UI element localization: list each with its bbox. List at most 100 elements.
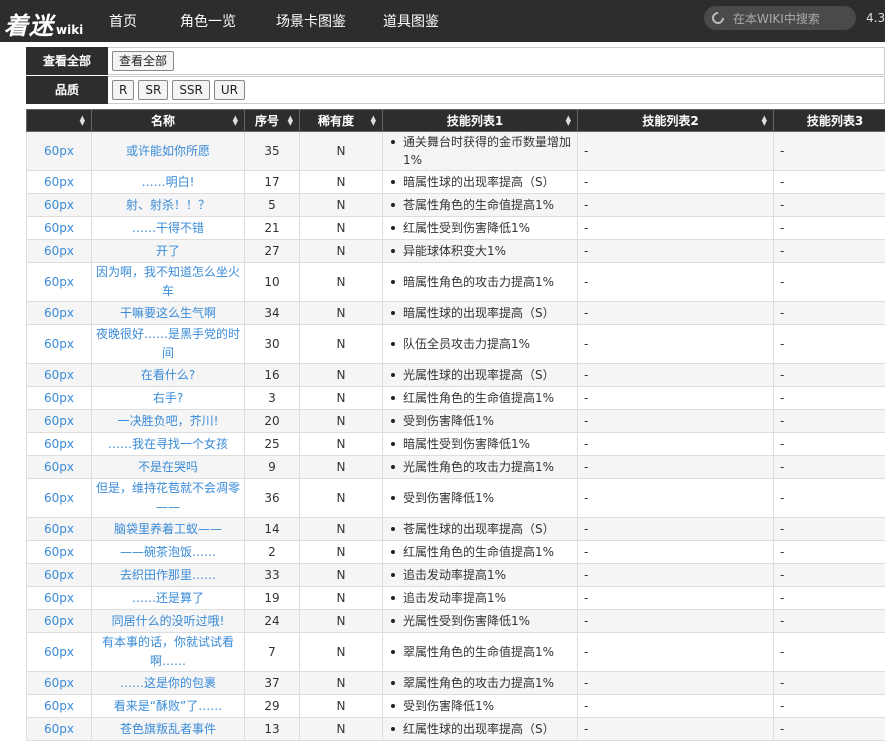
card-image-link[interactable]: 60px <box>27 672 92 695</box>
skill1-cell: 红属性角色的生命值提高1% <box>383 541 578 564</box>
table-row: 60px因为啊，我不知道怎么坐火车10N暗属性角色的攻击力提高1%-- <box>27 263 885 302</box>
nav-scene-cards[interactable]: 场景卡图鉴 <box>276 11 346 31</box>
card-image-link[interactable]: 60px <box>27 479 92 518</box>
card-name-link[interactable]: 一决胜负吧，芥川! <box>92 410 245 433</box>
card-number: 3 <box>245 387 300 410</box>
skill2-cell: - <box>578 541 774 564</box>
skill3-cell: - <box>774 633 885 672</box>
card-name-link[interactable]: 不是在哭吗 <box>92 456 245 479</box>
col-header-skill2[interactable]: 技能列表2▲▼ <box>578 110 774 132</box>
card-rarity: N <box>300 541 383 564</box>
skill2-cell: - <box>578 672 774 695</box>
card-name-link[interactable]: 同居什么的没听过哦! <box>92 610 245 633</box>
card-number: 36 <box>245 479 300 518</box>
site-logo[interactable]: 着迷wiki <box>4 6 83 36</box>
card-name-link[interactable]: ……还是算了 <box>92 587 245 610</box>
card-image-link[interactable]: 60px <box>27 564 92 587</box>
skill1-text: 光属性受到伤害降低1% <box>403 612 530 630</box>
nav-characters[interactable]: 角色一览 <box>180 11 236 31</box>
card-number: 17 <box>245 171 300 194</box>
search-input[interactable]: 在本WIKI中搜索 <box>704 6 856 30</box>
col-header-skill1[interactable]: 技能列表1▲▼ <box>383 110 578 132</box>
card-name-link[interactable]: ……这是你的包裹 <box>92 672 245 695</box>
card-image-link[interactable]: 60px <box>27 695 92 718</box>
filter-ur-button[interactable]: UR <box>214 80 245 100</box>
card-rarity: N <box>300 564 383 587</box>
card-image-link[interactable]: 60px <box>27 302 92 325</box>
card-image-link[interactable]: 60px <box>27 610 92 633</box>
card-rarity: N <box>300 302 383 325</box>
filter-panel: 查看全部 查看全部 品质 R SR SSR UR <box>26 47 885 105</box>
skill2-cell: - <box>578 132 774 171</box>
card-name-link[interactable]: 苍色旗叛乱者事件 <box>92 718 245 741</box>
filter-r-button[interactable]: R <box>112 80 134 100</box>
card-name-link[interactable]: 夜晚很好……是黑手党的时间 <box>92 325 245 364</box>
card-name-link[interactable]: 但是，维持花苞就不会凋零—— <box>92 479 245 518</box>
filter-ssr-button[interactable]: SSR <box>172 80 210 100</box>
card-name-link[interactable]: ……明白! <box>92 171 245 194</box>
card-name-link[interactable]: ……干得不错 <box>92 217 245 240</box>
card-image-link[interactable]: 60px <box>27 171 92 194</box>
card-name-link[interactable]: 开了 <box>92 240 245 263</box>
card-image-link[interactable]: 60px <box>27 433 92 456</box>
card-image-link[interactable]: 60px <box>27 263 92 302</box>
card-image-link[interactable]: 60px <box>27 217 92 240</box>
col-header-name[interactable]: 名称▲▼ <box>92 110 245 132</box>
skill3-cell: - <box>774 518 885 541</box>
filter-label-all: 查看全部 <box>26 47 108 75</box>
card-name-link[interactable]: 干嘛要这么生气啊 <box>92 302 245 325</box>
card-image-link[interactable]: 60px <box>27 587 92 610</box>
nav-home[interactable]: 首页 <box>109 11 137 31</box>
card-name-link[interactable]: 因为啊，我不知道怎么坐火车 <box>92 263 245 302</box>
card-rarity: N <box>300 456 383 479</box>
card-name-link[interactable]: ——碗茶泡饭…… <box>92 541 245 564</box>
card-name-link[interactable]: 去织田作那里…… <box>92 564 245 587</box>
view-all-button[interactable]: 查看全部 <box>112 51 174 71</box>
nav-items[interactable]: 道具图鉴 <box>383 11 439 31</box>
skill1-text: 暗属性角色的攻击力提高1% <box>403 273 554 291</box>
skill3-cell: - <box>774 718 885 741</box>
card-image-link[interactable]: 60px <box>27 387 92 410</box>
card-image-link[interactable]: 60px <box>27 518 92 541</box>
card-name-link[interactable]: 右手? <box>92 387 245 410</box>
card-image-link[interactable]: 60px <box>27 541 92 564</box>
card-image-link[interactable]: 60px <box>27 364 92 387</box>
skill2-cell: - <box>578 171 774 194</box>
skill3-cell: - <box>774 364 885 387</box>
skill1-cell: 翠属性角色的生命值提高1% <box>383 633 578 672</box>
filter-sr-button[interactable]: SR <box>138 80 168 100</box>
card-image-link[interactable]: 60px <box>27 410 92 433</box>
table-row: 60px脑袋里养着工蚁——14N苍属性球的出现率提高（S）-- <box>27 518 885 541</box>
card-name-link[interactable]: 在看什么? <box>92 364 245 387</box>
card-number: 20 <box>245 410 300 433</box>
card-number: 33 <box>245 564 300 587</box>
card-name-link[interactable]: 有本事的话，你就试试看啊…… <box>92 633 245 672</box>
card-name-link[interactable]: 或许能如你所愿 <box>92 132 245 171</box>
filter-label-quality: 品质 <box>26 76 108 104</box>
skill1-text: 苍属性球的出现率提高（S） <box>403 520 555 538</box>
skill1-text: 红属性受到伤害降低1% <box>403 219 530 237</box>
card-rarity: N <box>300 325 383 364</box>
card-name-link[interactable]: 射、射杀！！？ <box>92 194 245 217</box>
card-image-link[interactable]: 60px <box>27 718 92 741</box>
card-name-link[interactable]: ……我在寻找一个女孩 <box>92 433 245 456</box>
skill3-cell: - <box>774 194 885 217</box>
card-image-link[interactable]: 60px <box>27 132 92 171</box>
card-image-link[interactable]: 60px <box>27 194 92 217</box>
card-image-link[interactable]: 60px <box>27 456 92 479</box>
skill2-cell: - <box>578 564 774 587</box>
bullet-icon <box>391 727 395 731</box>
card-name-link[interactable]: 脑袋里养着工蚁—— <box>92 518 245 541</box>
col-header-icon[interactable]: ▲▼ <box>27 110 92 132</box>
col-header-number[interactable]: 序号▲▼ <box>245 110 300 132</box>
card-number: 24 <box>245 610 300 633</box>
card-name-link[interactable]: 看来是“酥败”了…… <box>92 695 245 718</box>
top-navbar: 着迷wiki 首页 角色一览 场景卡图鉴 道具图鉴 在本WIKI中搜索 4.3 <box>0 0 885 42</box>
col-header-rarity[interactable]: 稀有度▲▼ <box>300 110 383 132</box>
bullet-icon <box>391 342 395 346</box>
card-image-link[interactable]: 60px <box>27 325 92 364</box>
card-image-link[interactable]: 60px <box>27 633 92 672</box>
card-image-link[interactable]: 60px <box>27 240 92 263</box>
skill1-cell: 红属性受到伤害降低1% <box>383 217 578 240</box>
col-header-skill3[interactable]: 技能列表3 <box>774 110 885 132</box>
